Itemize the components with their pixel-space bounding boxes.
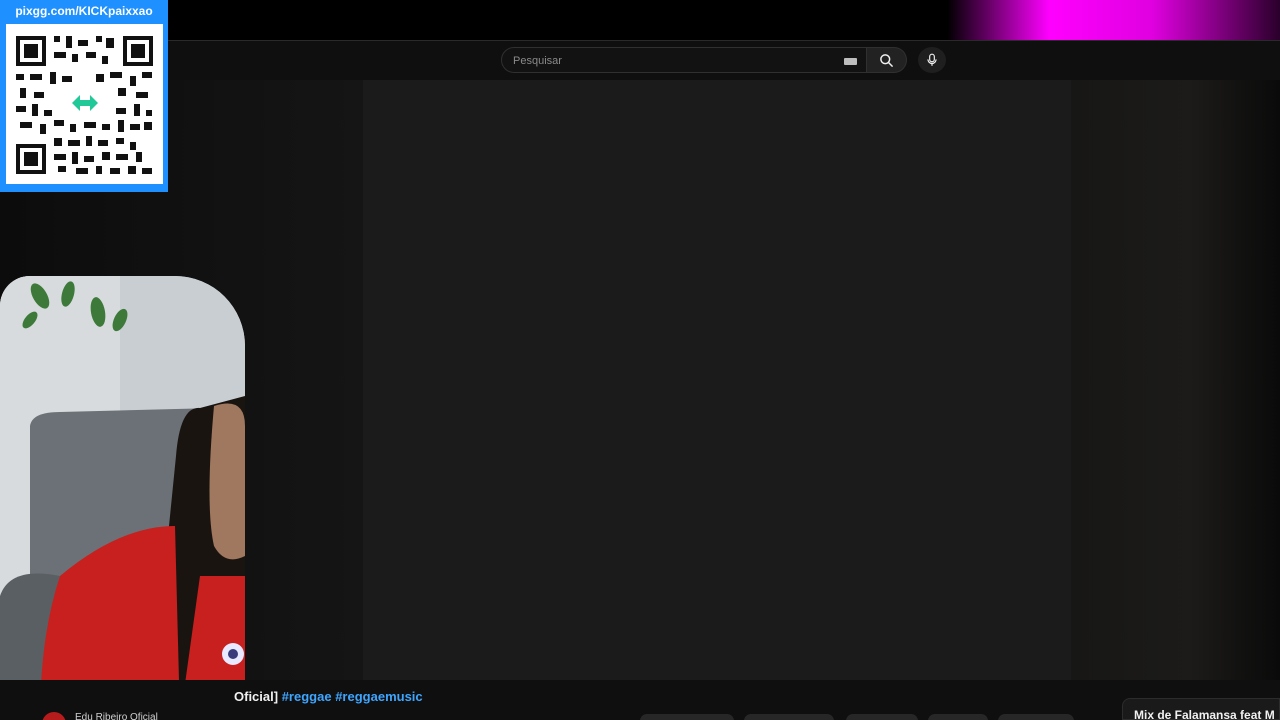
channel-name[interactable]: Edu Ribeiro Oficial: [75, 712, 158, 720]
webcam-feed: [0, 276, 245, 720]
search-box[interactable]: [501, 47, 867, 73]
qr-code: [16, 36, 153, 174]
search-button[interactable]: [867, 47, 907, 73]
microphone-icon: [927, 53, 937, 66]
search-input[interactable]: [513, 52, 833, 70]
qr-url: pixgg.com/KICKpaixxao: [15, 4, 153, 18]
action-chip[interactable]: [640, 714, 734, 720]
action-chip[interactable]: [998, 714, 1074, 720]
streamer-camera-image: [0, 276, 245, 720]
keyboard-icon[interactable]: [844, 58, 857, 65]
video-info-bar: [0, 680, 1280, 720]
search-icon: [880, 53, 893, 67]
hashtag-link[interactable]: #reggaemusic: [335, 689, 422, 704]
action-chip[interactable]: [846, 714, 918, 720]
mix-playlist-card[interactable]: Mix de Falamansa feat M: [1122, 698, 1280, 720]
stream-top-banner: [0, 0, 1280, 40]
action-chip[interactable]: [744, 714, 834, 720]
video-player[interactable]: [363, 80, 1071, 680]
qr-donation-overlay: pixgg.com/KICKpaixxao: [0, 0, 168, 192]
hashtag-link[interactable]: #reggae: [282, 689, 332, 704]
qr-code-card: [6, 24, 163, 184]
video-title-text: Oficial]: [234, 689, 279, 704]
video-title[interactable]: Oficial] #reggae #reggaemusic: [234, 689, 423, 704]
mix-title: Mix de Falamansa feat M: [1134, 708, 1275, 720]
action-chip[interactable]: [928, 714, 988, 720]
voice-search-button[interactable]: [918, 47, 946, 73]
